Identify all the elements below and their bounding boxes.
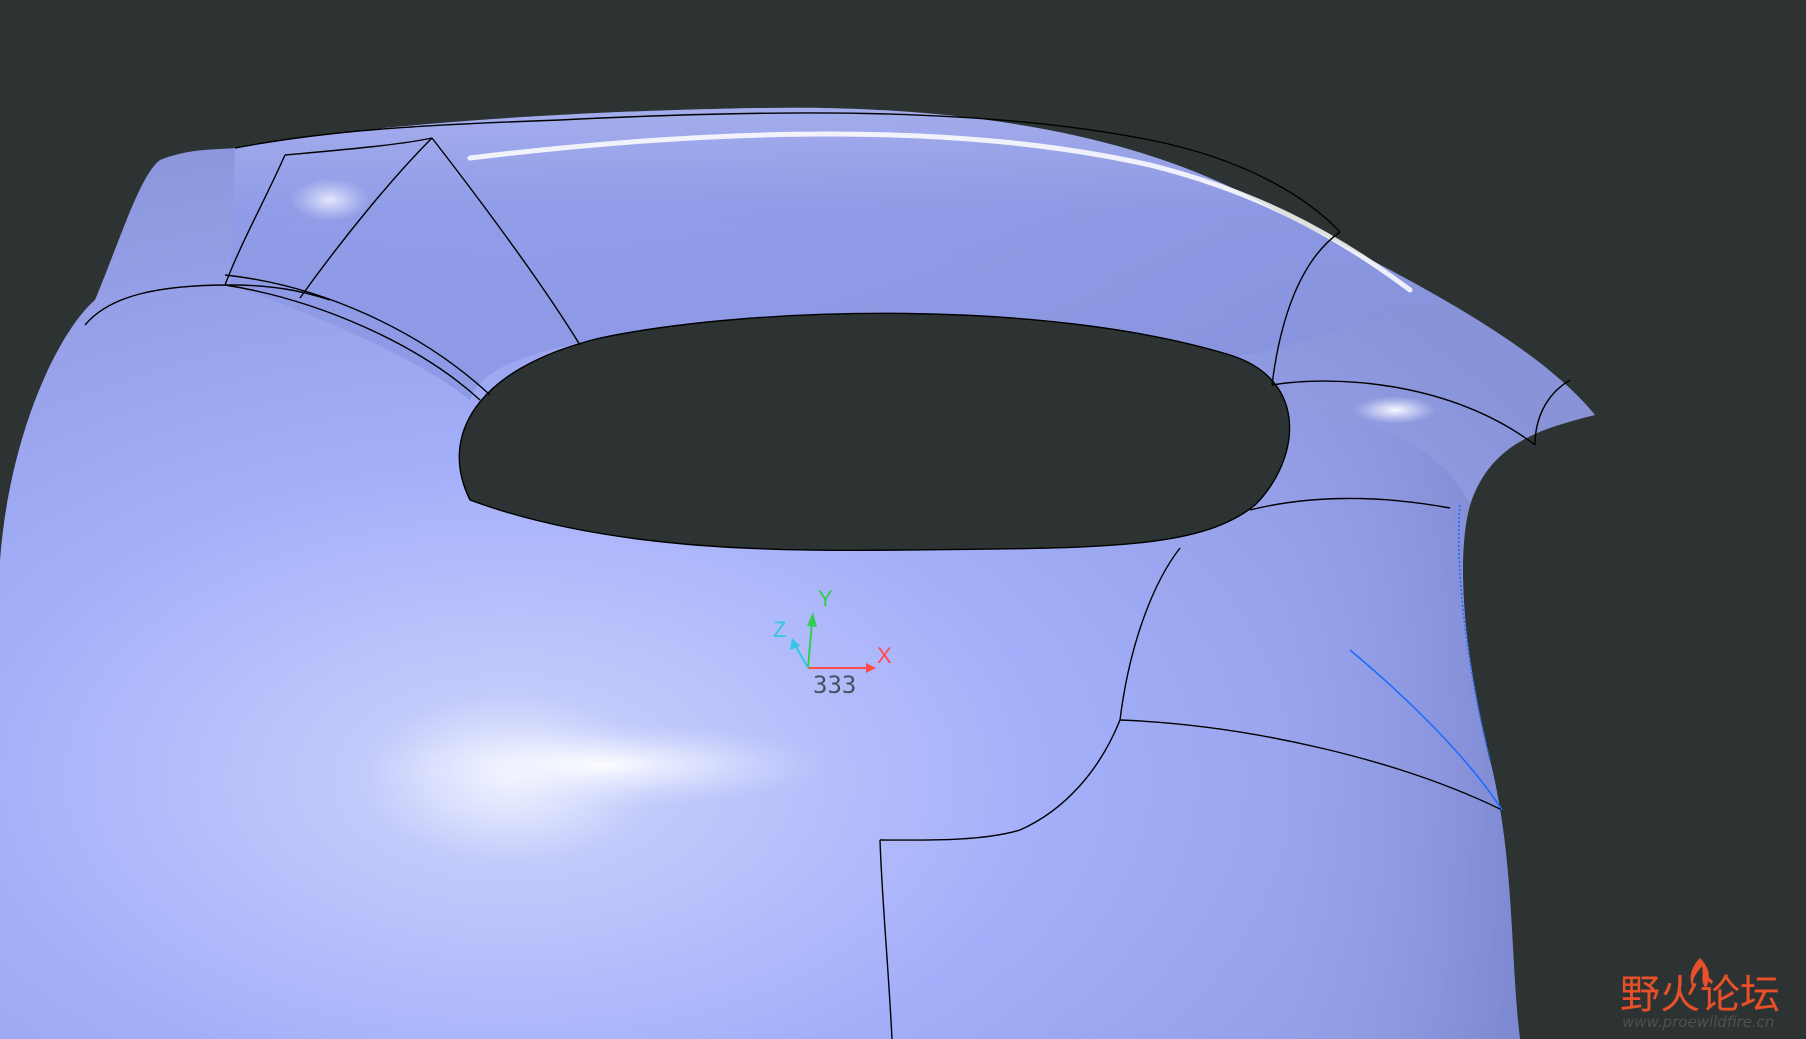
edge-handle-opening — [458, 312, 1291, 552]
spout-shading — [1280, 400, 1520, 1039]
watermark: 野火论坛 www.proewildfire.cn — [1620, 958, 1780, 1031]
model-canvas[interactable]: X Y Z 333 野火论坛 www.proewildfire.cn — [0, 0, 1806, 1039]
watermark-url: www.proewildfire.cn — [1622, 1013, 1774, 1031]
specular-highlight-body — [370, 723, 830, 807]
y-axis-label: Y — [818, 586, 833, 611]
z-axis-label: Z — [773, 617, 786, 642]
watermark-brand: 野火论坛 — [1620, 972, 1780, 1018]
specular-highlight-neck — [1353, 396, 1437, 424]
specular-highlight-shoulder — [290, 178, 370, 222]
x-axis-label: X — [877, 643, 892, 668]
graphics-viewport[interactable]: X Y Z 333 野火论坛 www.proewildfire.cn — [0, 0, 1806, 1039]
csys-name-label: 333 — [813, 671, 856, 699]
